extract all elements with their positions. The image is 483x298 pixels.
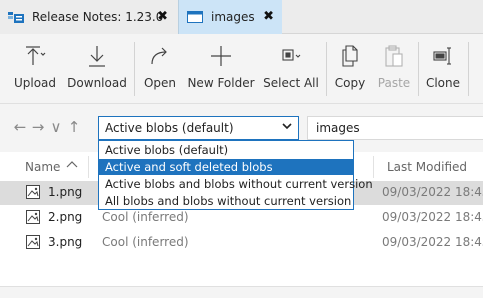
copy-button[interactable]: Copy <box>332 34 368 104</box>
recent-locations-icon[interactable]: ∨ <box>48 118 64 138</box>
toolbar-divider <box>468 42 469 96</box>
file-name: 3.png <box>48 235 83 249</box>
copy-icon <box>338 44 362 68</box>
sort-ascending-icon[interactable] <box>66 158 78 173</box>
new-folder-button[interactable]: New Folder <box>186 34 256 104</box>
plus-icon <box>209 44 233 68</box>
paste-label: Paste <box>377 76 411 90</box>
copy-label: Copy <box>334 76 366 90</box>
chevron-down-icon <box>282 120 292 135</box>
toolbar: Upload Download Open New Folder Select A… <box>0 34 483 104</box>
access-tier: Cool (inferred) <box>102 210 189 224</box>
path-value: images <box>316 121 360 135</box>
access-tier: Cool (inferred) <box>102 235 189 249</box>
close-icon[interactable]: ✖ <box>157 9 168 24</box>
select-all-icon <box>279 44 303 68</box>
new-folder-label: New Folder <box>187 76 255 90</box>
clone-label: Clone <box>425 76 461 90</box>
table-row[interactable]: 3.png Cool (inferred) 09/03/2022 18:45 <box>0 231 483 255</box>
paste-button[interactable]: Paste <box>374 34 414 104</box>
dropdown-option[interactable]: Active blobs (default) <box>99 142 353 158</box>
select-all-label: Select All <box>263 76 319 90</box>
dropdown-option[interactable]: All blobs and blobs without current vers… <box>99 193 353 209</box>
container-icon <box>187 10 203 24</box>
dropdown-option[interactable]: Active and soft deleted blobs <box>99 159 353 175</box>
blob-filter-dropdown: Active blobs (default) Active and soft d… <box>98 140 373 210</box>
tab-bar: Release Notes: 1.23.0 ✖ images ✖ <box>0 0 483 34</box>
upload-button[interactable]: Upload <box>10 34 60 104</box>
blob-filter-select[interactable]: Active blobs (default) <box>98 116 299 140</box>
last-modified: 09/03/2022 18:45 <box>382 185 483 199</box>
download-icon <box>85 44 109 68</box>
image-file-icon <box>26 235 40 249</box>
toolbar-divider <box>418 42 419 96</box>
column-header-last-modified[interactable]: Last Modified <box>387 160 467 174</box>
toolbar-divider <box>134 42 135 96</box>
image-file-icon <box>26 185 40 199</box>
tab-images[interactable]: images ✖ <box>178 0 282 34</box>
tab-label: images <box>211 10 255 24</box>
image-file-icon <box>26 210 40 224</box>
tab-release-notes[interactable]: Release Notes: 1.23.0 ✖ <box>0 0 178 34</box>
file-name: 2.png <box>48 210 83 224</box>
open-button[interactable]: Open <box>140 34 180 104</box>
tab-label: Release Notes: 1.23.0 <box>32 10 164 24</box>
blob-filter-value: Active blobs (default) <box>105 121 234 135</box>
forward-arrow-icon[interactable]: → <box>30 118 46 138</box>
column-header-name[interactable]: Name <box>25 160 60 174</box>
download-button[interactable]: Download <box>66 34 128 104</box>
upload-label: Upload <box>13 76 57 90</box>
clone-button[interactable]: Clone <box>424 34 462 104</box>
download-label: Download <box>67 76 127 90</box>
clone-icon <box>431 44 455 68</box>
close-icon[interactable]: ✖ <box>263 9 274 24</box>
toolbar-divider <box>326 42 327 96</box>
up-arrow-icon[interactable]: ↑ <box>66 118 82 138</box>
release-notes-icon <box>8 10 24 24</box>
open-label: Open <box>143 76 177 90</box>
column-divider[interactable] <box>88 156 89 178</box>
open-icon <box>148 44 172 68</box>
upload-icon <box>23 44 47 68</box>
column-divider[interactable] <box>373 156 374 178</box>
last-modified: 09/03/2022 18:45 <box>382 210 483 224</box>
select-all-button[interactable]: Select All <box>262 34 320 104</box>
nav-arrows: ← → ∨ ↑ <box>12 118 82 138</box>
paste-icon <box>382 44 406 68</box>
back-arrow-icon[interactable]: ← <box>12 118 28 138</box>
file-name: 1.png <box>48 185 83 199</box>
status-bar <box>0 286 483 298</box>
dropdown-option[interactable]: Active blobs and blobs without current v… <box>99 176 373 192</box>
path-input[interactable]: images <box>307 116 483 140</box>
last-modified: 09/03/2022 18:45 <box>382 235 483 249</box>
